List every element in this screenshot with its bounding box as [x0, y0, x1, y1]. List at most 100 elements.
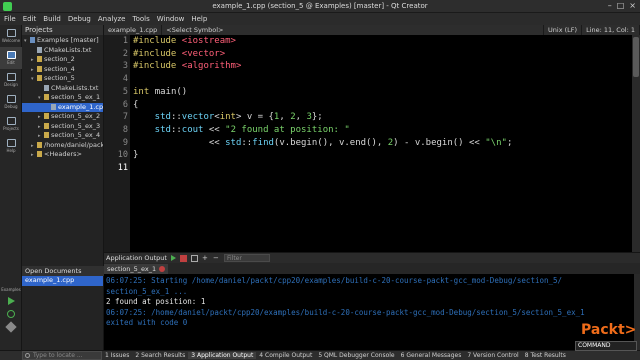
- tree-item[interactable]: CMakeLists.txt: [22, 46, 103, 56]
- code-token: #include: [133, 48, 182, 59]
- tree-item[interactable]: CMakeLists.txt: [22, 84, 103, 94]
- menu-tools[interactable]: Tools: [132, 15, 149, 23]
- line-ending-selector[interactable]: Unix (LF): [544, 25, 583, 35]
- output-pane-button[interactable]: 1 Issues: [102, 352, 132, 359]
- line-number: 7: [122, 112, 128, 123]
- tree-item[interactable]: ▸ section_4: [22, 65, 103, 75]
- output-pane-button[interactable]: 2 Search Results: [132, 352, 188, 359]
- symbol-selector[interactable]: <Select Symbol>: [162, 25, 545, 35]
- code-token: std: [225, 137, 242, 148]
- mode-welcome[interactable]: Welcome: [0, 25, 22, 47]
- run-icon[interactable]: [7, 297, 15, 305]
- locator-input[interactable]: Type to locate ...: [22, 351, 102, 360]
- code-line: #include <iostream>: [133, 36, 236, 46]
- line-number: 8: [122, 124, 128, 135]
- help-icon: [6, 139, 16, 147]
- output-filter-input[interactable]: Filter: [223, 254, 270, 262]
- output-line: 06:07:25: Starting /home/daniel/packt/cp…: [106, 276, 563, 285]
- zoom-in-icon[interactable]: +: [202, 254, 209, 262]
- tree-item[interactable]: ▸ section_2: [22, 55, 103, 65]
- menu-build[interactable]: Build: [43, 15, 61, 23]
- mode-help[interactable]: Help: [0, 135, 22, 157]
- packt-watermark: Packt> COMMAND: [573, 322, 639, 351]
- projects-pane: Projects ▾ Examples [master] CMakeLists.tx…: [22, 25, 104, 266]
- editor-scrollbar[interactable]: [632, 35, 640, 252]
- code-line: std::cout << "2 found at position: ": [133, 125, 350, 135]
- tree-item-label: section_5_ex_2: [51, 112, 101, 120]
- cursor-position[interactable]: Line: 11, Col: 1: [582, 25, 640, 35]
- tree-item-label: CMakeLists.txt: [44, 45, 92, 54]
- mode-edit[interactable]: Edit: [0, 47, 22, 69]
- tree-item[interactable]: ▸/home/daniel/packt: [22, 141, 103, 151]
- tree-item[interactable]: example_1.cpp: [22, 102, 103, 112]
- line-number: 9: [122, 137, 128, 148]
- application-output[interactable]: 06:07:25: Starting /home/daniel/packt/cp…: [104, 274, 634, 350]
- output-pane-button[interactable]: 8 Test Results: [522, 352, 569, 359]
- tree-item[interactable]: ▸ <Headers>: [22, 150, 103, 160]
- editor-toolbar: example_1.cpp <Select Symbol> Unix (LF) …: [104, 25, 640, 35]
- mode-label: Projects: [3, 126, 19, 131]
- code-token: "\n": [485, 137, 507, 148]
- code-line: #include <algorithm>: [133, 61, 241, 71]
- tree-item-label: section_2: [44, 55, 75, 63]
- open-documents-header[interactable]: Open Documents: [22, 266, 104, 276]
- mode-label: Help: [6, 148, 16, 153]
- code-token: std: [133, 124, 171, 135]
- rerun-icon[interactable]: [170, 255, 176, 261]
- open-document-item[interactable]: example_1.cpp: [22, 276, 103, 286]
- attach-debugger-icon[interactable]: [190, 254, 198, 262]
- projects-icon: [6, 117, 16, 125]
- close-tab-icon[interactable]: [159, 265, 166, 272]
- kit-selector[interactable]: Examples: [0, 287, 22, 333]
- tree-item-label: Examples [master]: [37, 36, 99, 44]
- file-icon: [51, 103, 56, 110]
- folder-icon: [37, 151, 42, 157]
- debug-run-icon[interactable]: [7, 310, 15, 318]
- close-icon[interactable]: ×: [629, 1, 636, 10]
- code-token: #include: [133, 61, 182, 72]
- editor-scrollbar-thumb[interactable]: [633, 37, 639, 77]
- code-line: int main(): [133, 87, 187, 97]
- stop-icon[interactable]: [179, 254, 187, 262]
- code-token: ,: [279, 112, 291, 123]
- output-pane-button[interactable]: 5 QML Debugger Console: [315, 352, 397, 359]
- code-line: #include <vector>: [133, 49, 225, 59]
- current-file-selector[interactable]: example_1.cpp: [104, 25, 163, 35]
- tree-item[interactable]: ▸ section_5_ex_3: [22, 122, 103, 132]
- output-pane-button[interactable]: 7 Version Control: [464, 352, 521, 359]
- output-pane-button[interactable]: 3 Application Output: [188, 352, 257, 359]
- mode-design[interactable]: Design: [0, 69, 22, 91]
- code-token: "2 found at position: ": [225, 124, 350, 135]
- code-token: vector: [181, 112, 215, 123]
- mode-projects[interactable]: Projects: [0, 113, 22, 135]
- open-documents-list: example_1.cpp: [22, 276, 104, 350]
- tree-item-label: <Headers>: [44, 150, 82, 158]
- tree-item[interactable]: ▾ section_5: [22, 74, 103, 84]
- projects-pane-header[interactable]: Projects: [22, 25, 103, 35]
- menu-analyze[interactable]: Analyze: [98, 15, 126, 23]
- tree-item[interactable]: ▸ section_5_ex_4: [22, 131, 103, 141]
- file-icon: [44, 84, 49, 91]
- menu-help[interactable]: Help: [191, 15, 207, 23]
- menu-edit[interactable]: Edit: [23, 15, 37, 23]
- line-number: 3: [122, 61, 128, 72]
- menu-file[interactable]: File: [4, 15, 16, 23]
- tree-item[interactable]: ▸ section_5_ex_2: [22, 112, 103, 122]
- menu-debug[interactable]: Debug: [68, 15, 91, 23]
- code-token: ::: [170, 112, 182, 123]
- build-icon[interactable]: [5, 321, 17, 333]
- minimize-icon[interactable]: –: [608, 1, 612, 10]
- code-token: cout: [181, 124, 204, 135]
- tree-item[interactable]: ▾ Examples [master]: [22, 36, 103, 46]
- code-editor[interactable]: 1 2 3 4 5 6 7 8 9 10 11 #include <iostream> #includ…: [104, 35, 632, 252]
- mode-debug[interactable]: Debug: [0, 91, 22, 113]
- code-token: {: [133, 99, 139, 110]
- output-tab[interactable]: section_5_ex_1: [104, 263, 169, 274]
- output-pane-button[interactable]: 4 Compile Output: [256, 352, 315, 359]
- mode-label: Welcome: [1, 38, 21, 43]
- maximize-icon[interactable]: □: [617, 1, 625, 10]
- menu-window[interactable]: Window: [157, 15, 185, 23]
- tree-item[interactable]: ▾ section_5_ex_1: [22, 93, 103, 103]
- output-pane-button[interactable]: 6 General Messages: [398, 352, 465, 359]
- zoom-out-icon[interactable]: −: [213, 254, 220, 262]
